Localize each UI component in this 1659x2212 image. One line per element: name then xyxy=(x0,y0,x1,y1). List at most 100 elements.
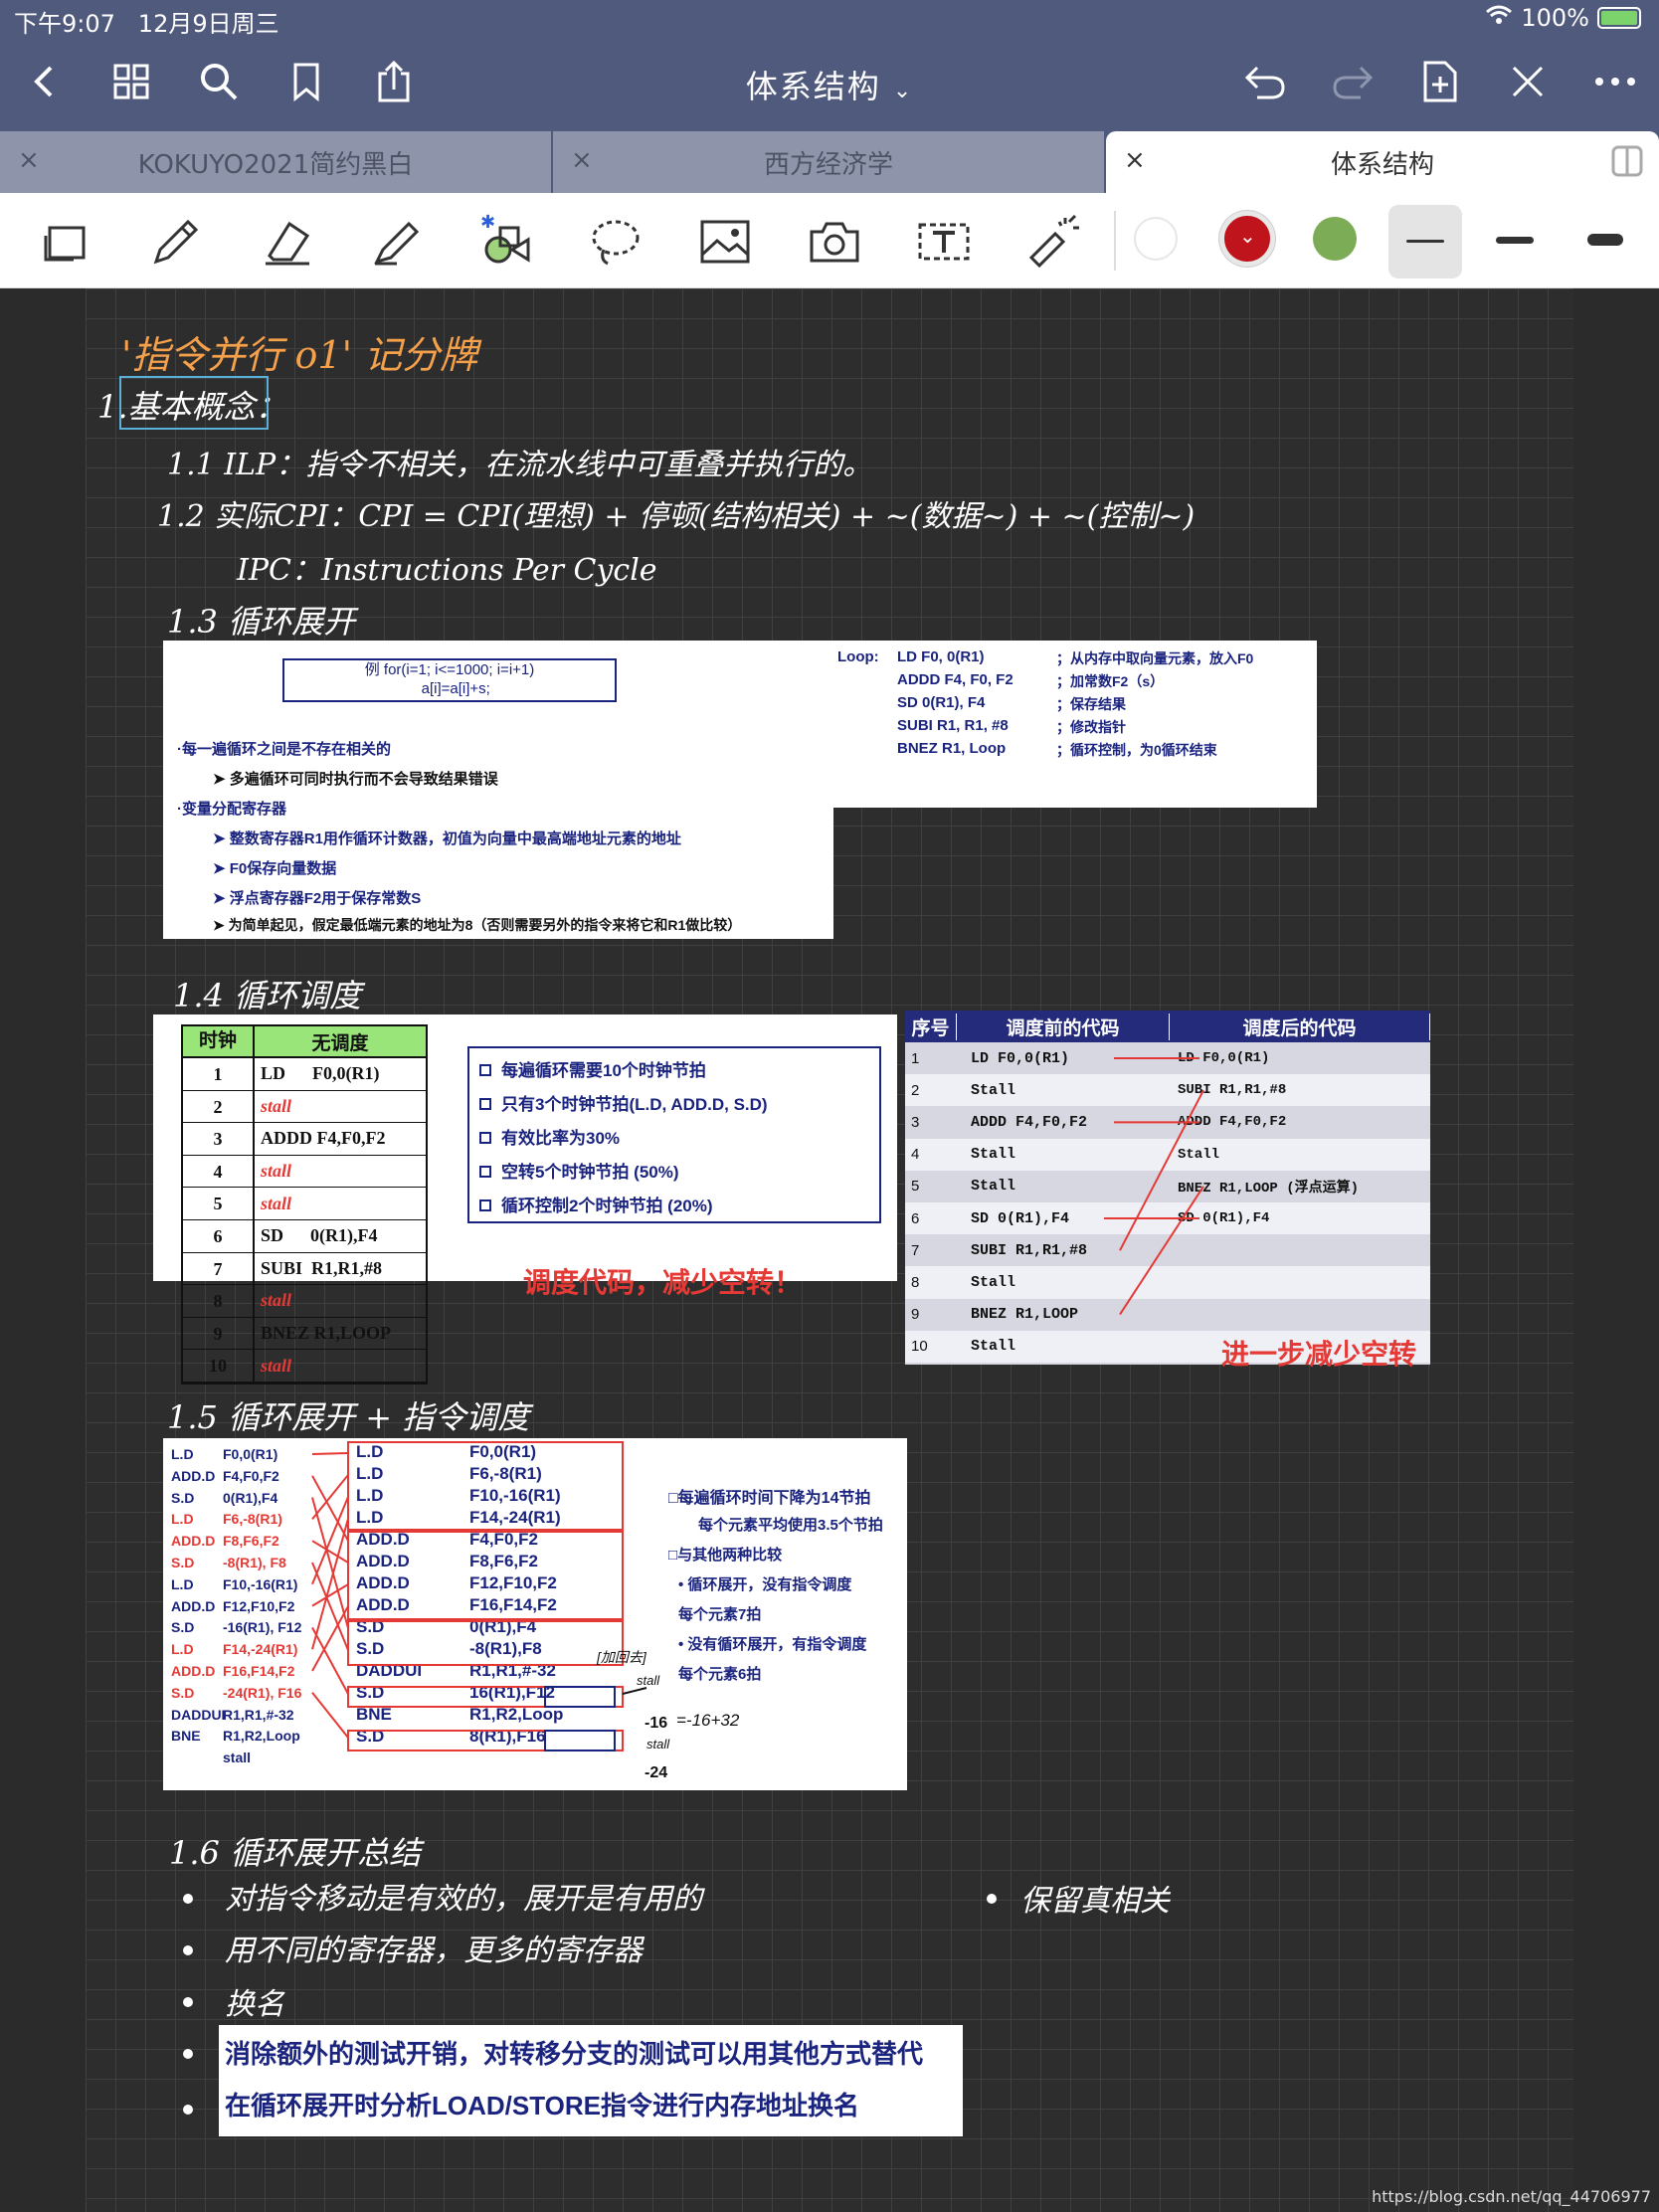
line-ipc: IPC：Instructions Per Cycle xyxy=(237,553,657,588)
battery-icon xyxy=(1597,7,1641,29)
summary-box: 消除额外的测试开销，对转移分支的测试可以用其他方式替代 在循环展开时分析LOAD… xyxy=(219,2025,963,2136)
line-1-2: 1.2 实际CPI：CPI = CPI(理想) + 停顿(结构相关) + ~(数… xyxy=(157,499,1196,534)
compare-note-text: 与其他两种比较 xyxy=(677,1547,783,1564)
group-box-addd xyxy=(347,1531,624,1620)
color-green[interactable] xyxy=(1313,217,1357,261)
note-b2: ➤ 多遍循环可同时执行而不会导致结果错误 xyxy=(213,771,498,788)
more-icon[interactable] xyxy=(1585,52,1645,111)
note-canvas[interactable]: '指令并行 o1' 记分牌 1.基本概念： 1.1 ILP：指令不相关，在流水线… xyxy=(86,288,1573,2212)
lasso-icon[interactable] xyxy=(585,211,646,273)
note-b1: ·每一遍循环之间是不存在相关的 xyxy=(177,741,391,758)
camera-icon[interactable] xyxy=(804,211,865,273)
bullet-mark: • xyxy=(678,1576,688,1593)
group-box-ld xyxy=(347,1441,624,1531)
close-icon[interactable]: × xyxy=(1124,145,1146,175)
stroke-thin[interactable] xyxy=(1388,205,1462,278)
table-row: 6 SD 0(R1),F4 xyxy=(183,1219,426,1253)
cell-clock: 2 xyxy=(183,1090,255,1123)
image-icon[interactable] xyxy=(694,211,756,273)
ann-minus16: -16 xyxy=(645,1715,668,1732)
split-view-icon[interactable] xyxy=(1611,145,1643,184)
cell-instr: LD F0,0(R1) xyxy=(261,1063,380,1084)
code-comment: ；加常数F2（s） xyxy=(1056,673,1165,689)
highlighter-icon[interactable] xyxy=(364,211,426,273)
compare-note: 每个元素平均使用3.5个节拍 xyxy=(698,1514,883,1535)
code-line: SUBI R1, R1, #8 xyxy=(897,717,1009,734)
chevron-down-icon: ⌄ xyxy=(892,79,914,103)
compare-note: • 循环展开，没有指令调度 xyxy=(678,1573,851,1594)
stroke-medium[interactable] xyxy=(1496,237,1534,244)
undo-icon[interactable] xyxy=(1235,52,1295,111)
tab-bar: × KOKUYO2021简约黑白 × 西方经济学 × 体系结构 xyxy=(0,131,1659,193)
close-pen-icon[interactable] xyxy=(1498,52,1558,111)
example-box: 例 for(i=1; i<=1000; i=i+1) a[i]=a[i]+s; xyxy=(282,658,617,702)
close-icon[interactable]: × xyxy=(571,145,593,175)
code-comment: ；循环控制，为0循环结束 xyxy=(1056,742,1217,758)
group-box-sd3 xyxy=(347,1686,624,1708)
loop-label: Loop: xyxy=(837,648,879,665)
status-date: 12月9日周三 xyxy=(137,10,279,38)
close-icon[interactable]: × xyxy=(18,145,40,175)
tab-architecture[interactable]: × 体系结构 xyxy=(1106,131,1659,193)
tool-bar: ✱ ⌄ xyxy=(0,193,1659,288)
table-row: 4 stall xyxy=(183,1155,426,1189)
compare-note: • 没有循环展开，有指令调度 xyxy=(678,1633,866,1654)
cell-instr: SD 0(R1),F4 xyxy=(261,1225,378,1246)
pen-icon[interactable] xyxy=(145,211,207,273)
heading-1-4: 1.4 循环调度 xyxy=(173,977,362,1014)
page-title: '指令并行 o1' 记分牌 xyxy=(121,333,478,377)
compare-note-text: 每遍循环时间下降为14节拍 xyxy=(677,1490,871,1507)
color-white[interactable] xyxy=(1134,217,1178,261)
add-page-icon[interactable] xyxy=(1410,52,1470,111)
color-red-selected[interactable]: ⌄ xyxy=(1219,211,1275,267)
nav-bar: 体系结构 ⌄ xyxy=(0,38,1659,131)
summary-2: 用不同的寄存器，更多的寄存器 xyxy=(225,1934,643,1968)
ann-calc: =-16+32 xyxy=(676,1711,740,1730)
table-row: 10 stall xyxy=(183,1350,426,1382)
note-b3: ·变量分配寄存器 xyxy=(177,801,286,818)
table-row: 2 stall xyxy=(183,1090,426,1124)
compare-note-text: 每个元素平均使用3.5个节拍 xyxy=(698,1517,883,1534)
tab-economics[interactable]: × 西方经济学 xyxy=(553,131,1104,193)
summary-4: 保留真相关 xyxy=(1020,1884,1170,1919)
shapes-icon[interactable]: ✱ xyxy=(473,211,535,273)
status-time: 下午9:07 xyxy=(14,10,115,38)
table-row: 5 stall xyxy=(183,1188,426,1220)
status-bar: 下午9:07 12月9日周三 100% xyxy=(0,0,1659,38)
bullet-dot xyxy=(183,2049,193,2059)
schedule-note: 每遍循环需要10个时钟节拍 xyxy=(479,1054,869,1088)
code-line: LD F0, 0(R1) xyxy=(897,648,985,665)
arrow xyxy=(1119,1089,1204,1251)
stroke-thick[interactable] xyxy=(1587,234,1623,246)
scheduled-code-panel: 序号 调度前的代码 调度后的代码 1 LD F0,0(R1) LD F0,0(R1) 2 St… xyxy=(905,1011,1430,1370)
code-line: SD 0(R1), F4 xyxy=(897,694,986,711)
cell-clock: 9 xyxy=(183,1317,255,1350)
col-clock: 时钟 xyxy=(183,1026,255,1056)
table-row: 7 SUBI R1,R1,#8 xyxy=(183,1252,426,1286)
schedule-note: 空转5个时钟节拍 (50%) xyxy=(479,1156,869,1190)
eraser-icon[interactable] xyxy=(257,211,318,273)
code-line: BNEZ R1, Loop xyxy=(897,740,1007,757)
arrow xyxy=(311,1692,349,1739)
heading-1-6: 1.6 循环展开总结 xyxy=(169,1834,422,1872)
tab-kokuyo[interactable]: × KOKUYO2021简约黑白 xyxy=(0,131,551,193)
compare-note: □每遍循环时间下降为14节拍 xyxy=(668,1484,870,1508)
cell-instr: stall xyxy=(261,1355,292,1376)
redo-icon[interactable] xyxy=(1323,52,1382,111)
further-reduce-text: 进一步减少空转 xyxy=(1221,1339,1417,1370)
laser-pointer-icon[interactable] xyxy=(1022,211,1084,273)
col-unscheduled: 无调度 xyxy=(311,1032,369,1054)
text-icon[interactable] xyxy=(913,211,975,273)
heading-1-5: 1.5 循环展开 + 指令调度 xyxy=(167,1398,530,1436)
ann-minus24: -24 xyxy=(645,1764,668,1781)
compare-note-text: 每个元素7拍 xyxy=(678,1606,762,1623)
compare-note-text: 没有循环展开，有指令调度 xyxy=(687,1636,867,1653)
summary-3: 换名 xyxy=(225,1987,284,2022)
cell-clock: 4 xyxy=(183,1155,255,1188)
code-line: ADDD F4, F0, F2 xyxy=(897,671,1014,688)
group-box-sd4 xyxy=(347,1730,624,1751)
bullet-dot xyxy=(183,1945,193,1955)
offset-box-8 xyxy=(544,1730,616,1751)
pages-icon[interactable] xyxy=(34,211,95,273)
cell-instr: stall xyxy=(261,1193,292,1213)
